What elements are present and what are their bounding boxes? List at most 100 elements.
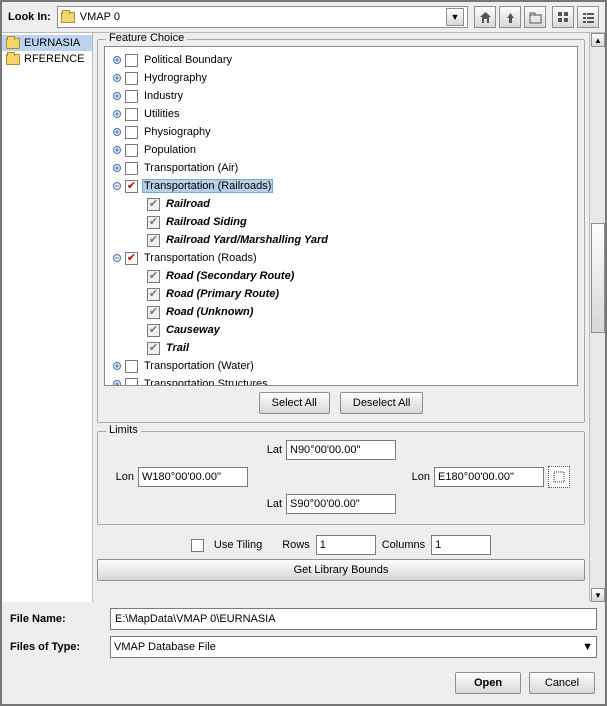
tree-node-label: Railroad Siding [164, 216, 249, 228]
tree-child-node[interactable]: ✔ Causeway [111, 321, 571, 339]
new-folder-icon[interactable] [524, 6, 546, 28]
checkbox-icon[interactable]: ✔ [125, 252, 138, 265]
tree-child-node[interactable]: ✔Trail [111, 339, 571, 357]
checkbox-icon[interactable] [125, 378, 138, 387]
expand-icon[interactable] [111, 360, 123, 372]
chevron-down-icon[interactable]: ▼ [582, 641, 593, 653]
tree-node-label: Transportation (Water) [142, 360, 256, 372]
scroll-thumb[interactable] [591, 223, 605, 333]
bounds-selector-button[interactable] [548, 466, 570, 488]
checkbox-icon[interactable]: ✔ [147, 198, 160, 211]
scroll-down-icon[interactable]: ▼ [591, 588, 605, 602]
lon-east-input[interactable] [434, 467, 544, 487]
checkbox-icon[interactable]: ✔ [147, 342, 160, 355]
tree-node-label: Causeway [164, 324, 222, 336]
expand-icon[interactable] [111, 144, 123, 156]
bottom-rows: File Name: Files of Type: VMAP Database … [2, 602, 605, 662]
folder-item-rference[interactable]: RFERENCE [2, 51, 92, 67]
tree-child-node[interactable]: ✔ Railroad [111, 195, 571, 213]
middle-area: EURNASIA RFERENCE Feature Choice Politic… [2, 32, 605, 602]
tree-child-node[interactable]: ✔Railroad Yard/Marshalling Yard [111, 231, 571, 249]
checkbox-icon[interactable] [125, 72, 138, 85]
open-button[interactable]: Open [455, 672, 521, 694]
tree-node-label: Road (Secondary Route) [164, 270, 296, 282]
file-type-label: Files of Type: [10, 641, 110, 653]
checkbox-icon[interactable]: ✔ [147, 234, 160, 247]
tree-node[interactable]: Hydrography [111, 69, 571, 87]
checkbox-icon[interactable]: ✔ [125, 180, 138, 193]
tree-child-node[interactable]: ✔Road (Unknown) [111, 303, 571, 321]
deselect-all-button[interactable]: Deselect All [340, 392, 423, 414]
tree-node[interactable]: Utilities [111, 105, 571, 123]
tree-leaf-icon [133, 288, 145, 300]
chevron-down-icon[interactable]: ▼ [446, 8, 464, 26]
collapse-icon[interactable] [111, 252, 123, 264]
folder-item-label: EURNASIA [24, 37, 80, 49]
tree-child-node[interactable]: ✔Road (Primary Route) [111, 285, 571, 303]
tree-node[interactable]: ✔Transportation (Railroads) [111, 177, 571, 195]
checkbox-icon[interactable] [125, 54, 138, 67]
tiling-row: Use Tiling Rows Columns [97, 531, 585, 559]
tree-node-label: Transportation (Roads) [142, 252, 259, 264]
folder-list: EURNASIA RFERENCE [2, 33, 93, 602]
lon-west-input[interactable] [138, 467, 248, 487]
checkbox-icon[interactable] [125, 144, 138, 157]
lat-north-input[interactable] [286, 440, 396, 460]
expand-icon[interactable] [111, 378, 123, 386]
list-view-icon[interactable] [552, 6, 574, 28]
tree-node[interactable]: Political Boundary [111, 51, 571, 69]
checkbox-icon[interactable] [125, 126, 138, 139]
scroll-up-icon[interactable]: ▲ [591, 33, 605, 47]
get-library-bounds-button[interactable]: Get Library Bounds [97, 559, 585, 581]
checkbox-icon[interactable]: ✔ [147, 306, 160, 319]
lon-west-label: Lon [104, 471, 134, 483]
checkbox-icon[interactable] [125, 360, 138, 373]
columns-input[interactable] [431, 535, 491, 555]
checkbox-icon[interactable] [125, 162, 138, 175]
tree-child-node[interactable]: ✔ Road (Secondary Route) [111, 267, 571, 285]
folder-icon [6, 54, 20, 65]
tree-leaf-icon [133, 234, 145, 246]
folder-item-eurnasia[interactable]: EURNASIA [2, 35, 92, 51]
collapse-icon[interactable] [111, 180, 123, 192]
tree-node-label: Industry [142, 90, 185, 102]
checkbox-icon[interactable]: ✔ [147, 270, 160, 283]
tree-node-label: Railroad [164, 198, 212, 210]
action-row: Open Cancel [2, 662, 605, 704]
lat-south-input[interactable] [286, 494, 396, 514]
expand-icon[interactable] [111, 108, 123, 120]
file-name-input[interactable] [110, 608, 597, 630]
use-tiling-checkbox[interactable] [191, 539, 204, 552]
select-all-button[interactable]: Select All [259, 392, 330, 414]
tree-node[interactable]: Physiography [111, 123, 571, 141]
expand-icon[interactable] [111, 162, 123, 174]
rows-input[interactable] [316, 535, 376, 555]
tree-child-node[interactable]: ✔ Railroad Siding [111, 213, 571, 231]
expand-icon[interactable] [111, 72, 123, 84]
lookin-combo[interactable]: VMAP 0 ▼ [57, 6, 468, 28]
expand-icon[interactable] [111, 54, 123, 66]
home-icon[interactable] [474, 6, 496, 28]
cancel-button[interactable]: Cancel [529, 672, 595, 694]
tree-node[interactable]: Transportation Structures [111, 375, 571, 386]
lon-east-label: Lon [400, 471, 430, 483]
tree-leaf-icon [133, 216, 145, 228]
checkbox-icon[interactable] [125, 90, 138, 103]
checkbox-icon[interactable]: ✔ [147, 288, 160, 301]
checkbox-icon[interactable]: ✔ [147, 216, 160, 229]
file-type-combo[interactable]: VMAP Database File ▼ [110, 636, 597, 658]
expand-icon[interactable] [111, 90, 123, 102]
vertical-scrollbar[interactable]: ▲ ▼ [589, 33, 605, 602]
details-view-icon[interactable] [577, 6, 599, 28]
level-up-icon[interactable] [499, 6, 521, 28]
rows-label: Rows [282, 539, 310, 551]
feature-tree[interactable]: Political BoundaryHydrography Industry Uti… [104, 46, 578, 386]
tree-node[interactable]: Transportation (Air) [111, 159, 571, 177]
checkbox-icon[interactable]: ✔ [147, 324, 160, 337]
expand-icon[interactable] [111, 126, 123, 138]
tree-node[interactable]: Population [111, 141, 571, 159]
tree-node[interactable]: ✔ Transportation (Roads) [111, 249, 571, 267]
tree-node[interactable]: Industry [111, 87, 571, 105]
checkbox-icon[interactable] [125, 108, 138, 121]
tree-node[interactable]: Transportation (Water) [111, 357, 571, 375]
